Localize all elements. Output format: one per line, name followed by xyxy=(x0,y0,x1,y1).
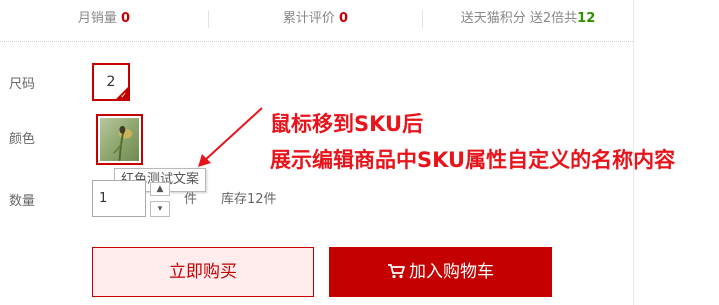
cart-icon xyxy=(388,264,405,279)
annotation-line-2: 展示编辑商品中SKU属性自定义的名称内容 xyxy=(270,148,676,172)
product-stats-bar: 月销量 0 累计评价 0 送天猫积分 送2倍共12 xyxy=(0,0,633,42)
add-to-cart-button[interactable]: 加入购物车 xyxy=(329,247,552,297)
size-option-text: 2 xyxy=(106,74,116,90)
stock-count: 库存12件 xyxy=(221,192,277,207)
size-label: 尺码 xyxy=(9,77,36,92)
color-option-selected[interactable] xyxy=(96,114,143,165)
buy-now-label: 立即购买 xyxy=(169,262,237,282)
quantity-input[interactable]: 1 xyxy=(92,180,146,217)
reviews-value: 0 xyxy=(339,11,349,26)
quantity-decrease-button[interactable]: ▾ xyxy=(150,201,170,217)
points-stat: 送天猫积分 送2倍共12 xyxy=(423,0,633,38)
monthly-sales-value: 0 xyxy=(121,11,131,26)
color-swatch-image xyxy=(100,118,139,162)
chevron-up-icon: ▲ xyxy=(156,184,164,194)
check-icon: ✓ xyxy=(120,91,127,100)
points-label: 送天猫积分 送2倍共 xyxy=(460,11,578,26)
add-to-cart-label: 加入购物车 xyxy=(409,262,494,282)
annotation-line-1: 鼠标移到SKU后 xyxy=(270,112,424,136)
monthly-sales-label: 月销量 xyxy=(77,11,117,26)
quantity-label: 数量 xyxy=(9,194,36,209)
chevron-down-icon: ▾ xyxy=(157,204,163,214)
reviews-stat[interactable]: 累计评价 0 xyxy=(209,0,422,38)
quantity-increase-button[interactable]: ▲ xyxy=(150,182,170,196)
monthly-sales-stat: 月销量 0 xyxy=(0,0,208,38)
buy-now-button[interactable]: 立即购买 xyxy=(92,247,314,297)
size-option-selected[interactable]: 2 ✓ xyxy=(92,63,130,101)
color-label: 颜色 xyxy=(9,132,36,147)
points-value: 12 xyxy=(577,11,596,26)
quantity-unit: 件 xyxy=(184,192,198,207)
annotation-arrow-icon xyxy=(198,107,263,167)
reviews-label: 累计评价 xyxy=(282,11,335,26)
